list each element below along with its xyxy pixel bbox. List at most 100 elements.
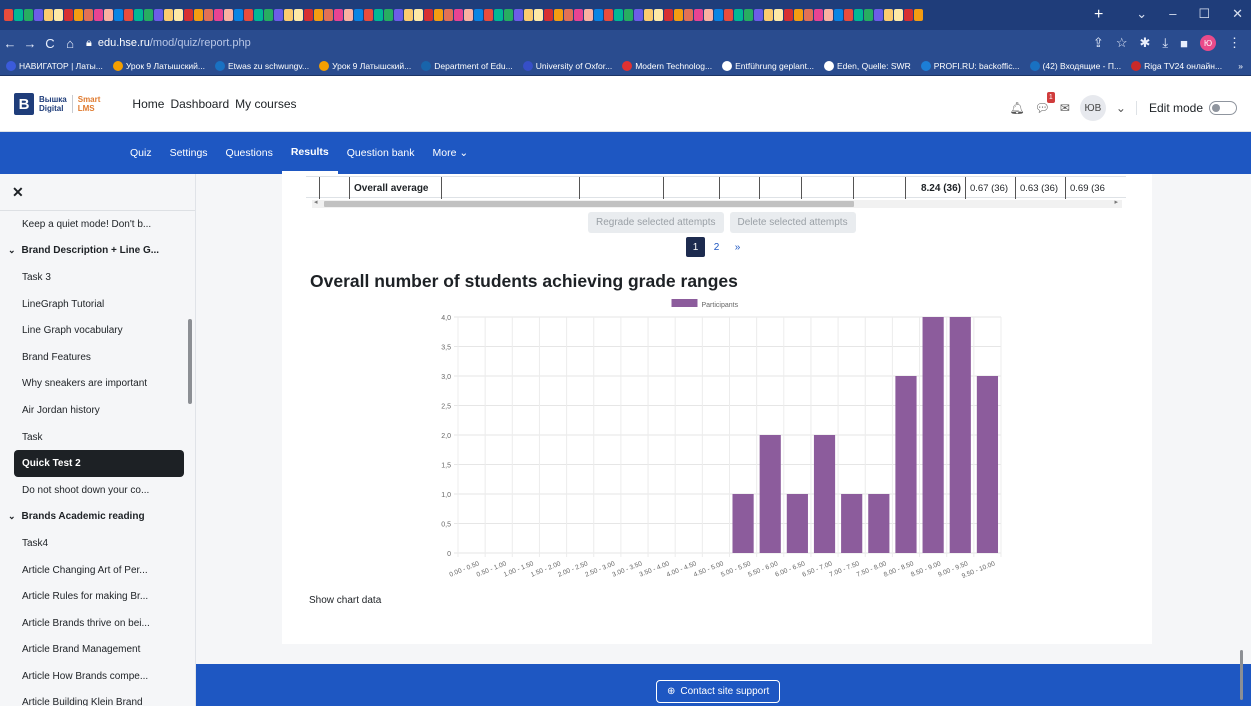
tab-favicon[interactable]	[284, 9, 293, 21]
tab-favicon[interactable]	[494, 9, 503, 21]
tab-favicon[interactable]	[794, 9, 803, 21]
chart-bar[interactable]	[949, 317, 971, 553]
tab-favicon[interactable]	[584, 9, 593, 21]
course-section[interactable]: ⌄ Brands Academic reading	[0, 504, 195, 531]
course-activity[interactable]: Keep a quiet mode! Don't b...	[0, 211, 195, 238]
scroll-right-icon[interactable]: ▸	[1114, 198, 1118, 206]
tab-favicon[interactable]	[454, 9, 463, 21]
site-logo[interactable]: В Вышка Digital Smart LMS	[14, 93, 100, 115]
tab-favicon[interactable]	[304, 9, 313, 21]
close-window-icon[interactable]: ✕	[1232, 6, 1243, 22]
tab-favicon[interactable]	[214, 9, 223, 21]
tab-favicon[interactable]	[754, 9, 763, 21]
tab-favicon[interactable]	[4, 9, 13, 21]
next-page-link[interactable]: »	[728, 237, 747, 257]
tab-search-icon[interactable]: ⌄	[1136, 6, 1147, 22]
tab-favicon[interactable]	[834, 9, 843, 21]
tab-favicon[interactable]	[374, 9, 383, 21]
course-activity[interactable]: Do not shoot down your co...	[0, 477, 195, 504]
messages-icon[interactable]: 💬︎ 1	[1035, 92, 1055, 115]
tab-favicon[interactable]	[254, 9, 263, 21]
course-activity[interactable]: Quick Test 2	[14, 450, 184, 477]
tab-questions[interactable]: Questions	[217, 132, 282, 174]
close-drawer-icon[interactable]: ✕	[12, 184, 24, 201]
tab-favicon[interactable]	[784, 9, 793, 21]
tab-favicon[interactable]	[264, 9, 273, 21]
bookmark-item[interactable]: (42) Входящие - П...	[1029, 60, 1121, 71]
tab-favicon[interactable]	[634, 9, 643, 21]
new-tab-icon[interactable]: +	[1094, 6, 1103, 24]
tab-question-bank[interactable]: Question bank	[338, 132, 424, 174]
tab-favicon[interactable]	[824, 9, 833, 21]
tab-favicon[interactable]	[24, 9, 33, 21]
tab-favicon[interactable]	[644, 9, 653, 21]
tab-favicon[interactable]	[64, 9, 73, 21]
tab-results[interactable]: Results	[281, 132, 338, 174]
course-activity[interactable]: Task 3	[0, 264, 195, 291]
chart-bar[interactable]	[976, 376, 999, 553]
maximize-icon[interactable]: ☐	[1198, 6, 1210, 22]
tab-favicon[interactable]	[624, 9, 633, 21]
user-avatar[interactable]: ЮВ	[1079, 95, 1106, 121]
tab-favicon[interactable]	[484, 9, 493, 21]
toggle-switch[interactable]	[1209, 101, 1237, 115]
download-icon[interactable]: ⤓	[1162, 35, 1168, 51]
tab-favicon[interactable]	[244, 9, 253, 21]
page-link[interactable]: 2	[707, 237, 726, 257]
table-horizontal-scrollbar[interactable]: ◂ ▸	[312, 198, 1122, 208]
tab-favicon[interactable]	[724, 9, 733, 21]
tab-favicon[interactable]	[684, 9, 693, 21]
tab-favicon[interactable]	[194, 9, 203, 21]
course-activity[interactable]: Task	[0, 424, 195, 451]
tab-favicon[interactable]	[274, 9, 283, 21]
course-activity[interactable]: Why sneakers are important	[0, 371, 195, 398]
tab-favicon[interactable]	[54, 9, 63, 21]
tab-favicon[interactable]	[424, 9, 433, 21]
tab-favicon[interactable]	[14, 9, 23, 21]
tab-favicon[interactable]	[114, 9, 123, 21]
tab-favicon[interactable]	[344, 9, 353, 21]
tab-favicon[interactable]	[774, 9, 783, 21]
tab-favicon[interactable]	[894, 9, 903, 21]
tab-settings[interactable]: Settings	[161, 132, 217, 174]
course-section[interactable]: ⌄ Brand Description + Line G...	[0, 238, 195, 265]
tab-favicon[interactable]	[404, 9, 413, 21]
tab-favicon[interactable]	[504, 9, 513, 21]
browser-tabs[interactable]	[4, 7, 1084, 23]
share-icon[interactable]: ⇪	[1093, 35, 1104, 51]
tab-favicon[interactable]	[914, 9, 923, 21]
delete-attempts-button[interactable]: Delete selected attempts	[729, 212, 856, 233]
tab-favicon[interactable]	[364, 9, 373, 21]
tab-favicon[interactable]	[94, 9, 103, 21]
tab-favicon[interactable]	[884, 9, 893, 21]
chart-bar[interactable]	[813, 435, 836, 553]
tab-favicon[interactable]	[804, 9, 813, 21]
tab-favicon[interactable]	[814, 9, 823, 21]
mail-icon[interactable]: ✉	[1060, 101, 1070, 115]
page-scrollbar[interactable]	[1240, 650, 1243, 700]
course-activity[interactable]: Article Building Klein Brand	[0, 690, 195, 706]
tab-favicon[interactable]	[164, 9, 173, 21]
tab-favicon[interactable]	[204, 9, 213, 21]
tab-favicon[interactable]	[674, 9, 683, 21]
extensions-icon[interactable]: ✱	[1139, 35, 1150, 51]
bookmark-item[interactable]: Eden, Quelle: SWR	[824, 60, 911, 71]
tab-more[interactable]: More ⌄	[423, 132, 477, 174]
browser-menu-icon[interactable]: ⋮	[1228, 35, 1241, 51]
tab-favicon[interactable]	[74, 9, 83, 21]
bookmark-star-icon[interactable]: ☆	[1116, 35, 1128, 51]
bookmarks-overflow-icon[interactable]: »	[1238, 61, 1243, 71]
chart-bar[interactable]	[868, 494, 890, 553]
tab-favicon[interactable]	[614, 9, 623, 21]
chart-bar[interactable]	[922, 317, 944, 553]
tab-favicon[interactable]	[414, 9, 423, 21]
minimize-icon[interactable]: –	[1169, 6, 1176, 22]
tab-favicon[interactable]	[714, 9, 723, 21]
course-activity[interactable]: Article Brand Management	[0, 637, 195, 664]
tab-favicon[interactable]	[844, 9, 853, 21]
bookmark-item[interactable]: Урок 9 Латышский...	[112, 60, 205, 71]
course-activity[interactable]: Article Rules for making Br...	[0, 583, 195, 610]
chevron-down-icon[interactable]: ⌄	[8, 511, 16, 522]
legend-swatch[interactable]	[671, 299, 698, 307]
tab-favicon[interactable]	[854, 9, 863, 21]
